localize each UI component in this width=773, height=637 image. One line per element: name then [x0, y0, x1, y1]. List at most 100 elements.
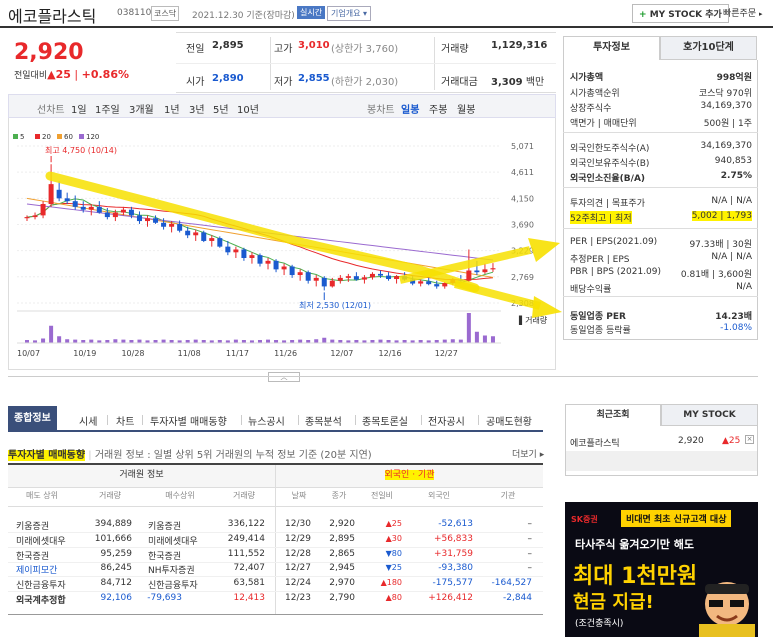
tab-mystock[interactable]: MY STOCK	[661, 404, 758, 426]
table-cell: -52,613	[438, 519, 473, 529]
period-10y[interactable]: 10년	[237, 101, 259, 116]
legend-swatch	[13, 134, 18, 139]
info-row: 외국인보유주식수(B) 940,853	[570, 154, 752, 169]
remove-recent-icon[interactable]: ×	[745, 435, 754, 444]
table-cell: -79,693	[147, 593, 182, 603]
period-3y[interactable]: 3년	[189, 101, 205, 116]
ad-banner[interactable]: SK증권 비대면 최초 신규고객 대상 타사주식 옮겨오기만 해도 최대 1천만…	[565, 502, 758, 637]
candle-body	[145, 218, 151, 222]
candle-body	[313, 277, 319, 281]
low-value: 2,855	[298, 73, 330, 84]
table-cell: +126,412	[428, 593, 473, 603]
tab-investor-trading[interactable]: 투자자별 매매동향	[150, 413, 227, 428]
candle-body	[128, 209, 134, 216]
table-cell: 249,414	[227, 533, 265, 544]
daily-candle-tab[interactable]: 일봉	[401, 101, 419, 116]
collapse-chart-button[interactable]: ︿	[268, 372, 300, 382]
tab-short-selling[interactable]: 공매도현황	[486, 413, 532, 428]
volume-bar	[378, 339, 383, 343]
recent-stock-name[interactable]: 에코플라스틱	[570, 436, 620, 449]
open-label: 시가	[186, 77, 205, 88]
info-key: 시가총액	[570, 73, 604, 83]
table-cell: -2,844	[502, 593, 532, 603]
info-row: 동일업종 등락률 -1.08%	[570, 321, 752, 336]
x-tick-label: 11/17	[226, 349, 249, 358]
candle-body	[321, 277, 327, 287]
tab-discussion[interactable]: 종목토론실	[362, 413, 408, 428]
recent-stock-price: 2,920	[678, 436, 704, 446]
candle-body	[273, 260, 279, 270]
info-key: 액면가 | 매매단위	[570, 119, 637, 129]
candle-body	[209, 238, 215, 241]
table-cell: +56,833	[433, 533, 473, 544]
monthly-candle-tab[interactable]: 월봉	[457, 101, 475, 116]
volume-bar	[65, 339, 70, 343]
info-row: 액면가 | 매매단위 500원 | 1주	[570, 114, 752, 129]
candle-body	[48, 184, 54, 205]
info-row: 투자의견 | 목표주가 N/A | N/A	[570, 194, 752, 209]
tab-overview[interactable]: 종합정보	[8, 406, 57, 432]
y-tick-label: 2,769	[511, 273, 534, 282]
volume-bar	[41, 338, 46, 343]
table-cell: 미래에셋대우	[16, 536, 66, 547]
period-1d[interactable]: 1일	[71, 101, 87, 116]
col-header: 매도 상위	[26, 491, 58, 500]
candle-body	[353, 276, 359, 280]
table-cell: 한국증권	[148, 551, 182, 562]
y-tick-label: 3,229	[511, 247, 534, 256]
period-1y[interactable]: 1년	[164, 101, 180, 116]
table-cell: -175,577	[432, 578, 473, 589]
info-value: 5,002 | 1,793	[691, 211, 752, 221]
price-chart: 5,071 4,611 4,150 3,690 3,229 2,769 2,308 5 20 60…	[8, 118, 556, 370]
table-cell: 외국계추정합	[16, 596, 66, 606]
tab-investment-info[interactable]: 투자정보	[563, 36, 660, 60]
table-cell: 2,895	[329, 533, 355, 544]
period-3m[interactable]: 3개월	[129, 101, 154, 116]
info-key: 투자의견 | 목표주가	[570, 199, 645, 209]
realtime-button[interactable]: 실시간	[297, 6, 326, 19]
more-link[interactable]: 더보기 ▸	[512, 447, 544, 460]
candle-body	[377, 273, 383, 276]
period-1w[interactable]: 1주일	[95, 101, 120, 116]
quote-grid: 전일 2,895 고가 3,010 (상한가 3,760) 거래량 1,129,…	[176, 32, 556, 93]
volume-bar	[161, 339, 166, 343]
foreign-inst-header: 외국인 · 기관	[384, 470, 435, 480]
tab-orderbook[interactable]: 호가10단계	[660, 36, 757, 60]
candle-body	[233, 249, 239, 253]
candle-body	[337, 277, 343, 281]
add-mystock-button[interactable]: + MY STOCK 추가	[632, 4, 729, 23]
table-cell: 신한금융투자	[16, 581, 66, 592]
candle-body	[136, 215, 142, 222]
candle-body	[474, 270, 480, 273]
candle-body	[450, 279, 456, 283]
table-cell: 12/30	[285, 519, 311, 529]
tab-quotes[interactable]: 시세	[79, 413, 97, 428]
candle-body	[185, 230, 191, 236]
tab-analysis[interactable]: 종목분석	[305, 413, 342, 428]
upper-limit: (상한가 3,760)	[331, 44, 399, 55]
info-row: 배당수익률 N/A	[570, 280, 752, 295]
tab-disclosure[interactable]: 전자공시	[428, 413, 465, 428]
candle-body	[32, 215, 38, 218]
info-value: N/A	[736, 282, 752, 292]
company-info-button[interactable]: 기업개요 ▾	[327, 6, 372, 21]
candle-body	[490, 268, 496, 270]
volume-value: 1,129,316	[491, 40, 548, 51]
ad-line2: 최대 1천만원	[573, 564, 698, 589]
info-key: 외국인보유주식수(B)	[570, 159, 650, 169]
fast-order-link[interactable]: 빠른주문 ▸	[723, 6, 763, 19]
tab-recent[interactable]: 최근조회	[565, 404, 661, 426]
candle-body	[345, 276, 351, 278]
table-cell: –	[527, 519, 533, 529]
line-chart-tab[interactable]: 선차트	[37, 101, 65, 116]
candle-body	[80, 206, 86, 210]
weekly-candle-tab[interactable]: 주봉	[429, 101, 447, 116]
tab-news[interactable]: 뉴스공시	[248, 413, 285, 428]
candle-chart-tab[interactable]: 봉차트	[367, 101, 395, 116]
tab-chart[interactable]: 차트	[116, 413, 134, 428]
volume-label: 거래량	[441, 44, 469, 55]
candle-body	[169, 223, 175, 227]
table-cell: ▲180	[380, 578, 402, 588]
volume-bar	[442, 339, 447, 343]
period-5y[interactable]: 5년	[213, 101, 229, 116]
